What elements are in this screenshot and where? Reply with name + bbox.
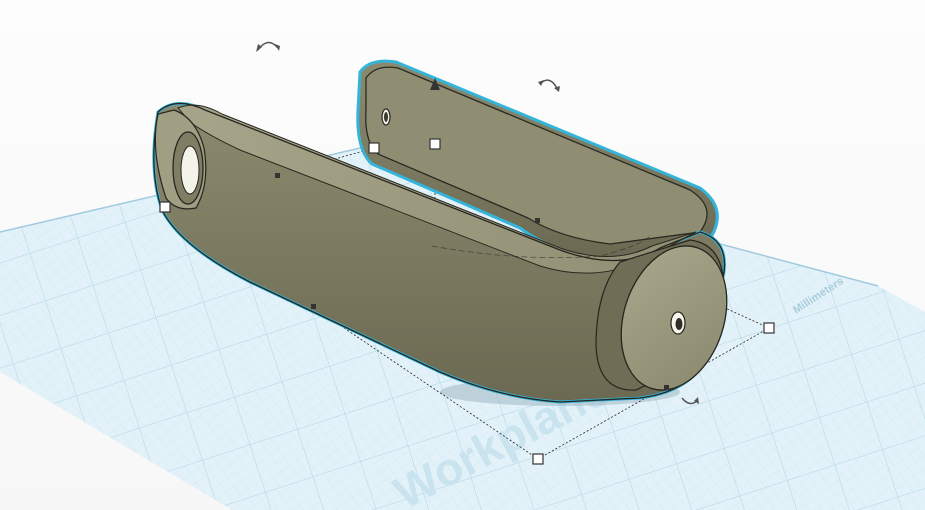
3d-viewport[interactable]: Workplane Millimeters [0,0,925,510]
rotate-arrow-icon[interactable] [538,79,560,92]
resize-handle-right[interactable] [763,322,775,334]
resize-handle-left[interactable] [159,201,171,213]
resize-handle-back[interactable] [368,142,380,154]
rotate-arrow-icon[interactable] [256,41,280,52]
height-handle[interactable] [429,138,441,150]
resize-handle-front[interactable] [532,453,544,465]
